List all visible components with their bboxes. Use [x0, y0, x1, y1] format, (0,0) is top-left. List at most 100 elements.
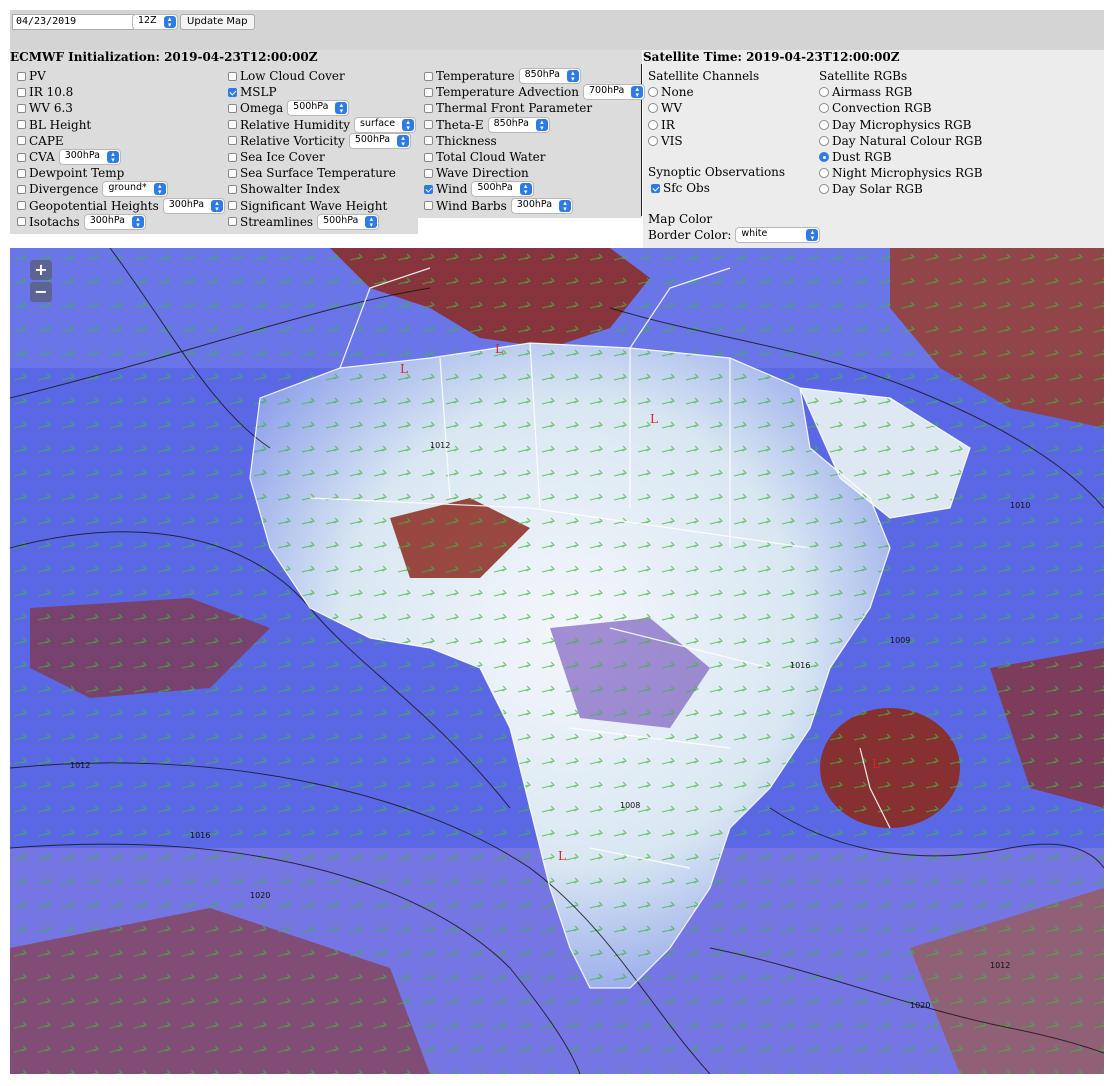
level-select[interactable]: 300hPa ▴ ▾ [510, 197, 574, 214]
layer-option[interactable]: Dewpoint Temp [17, 165, 225, 181]
layer-checkbox[interactable] [424, 152, 433, 162]
level-select[interactable]: 500hPa ▴ ▾ [317, 213, 380, 230]
satellite-rgb-option[interactable]: Convection RGB [819, 100, 983, 116]
layer-option[interactable]: WV 6.3 [17, 100, 225, 116]
layer-checkbox[interactable] [17, 136, 26, 146]
layer-checkbox[interactable] [17, 201, 26, 211]
layer-option[interactable]: BL Height [17, 117, 225, 133]
layer-option[interactable]: CVA 300hPa ▴ ▾ [17, 149, 225, 166]
layer-checkbox[interactable] [17, 152, 26, 162]
satellite-channel-option[interactable]: None [648, 84, 759, 100]
radio-button[interactable] [819, 119, 829, 130]
radio-button[interactable] [819, 135, 829, 146]
layer-option[interactable]: IR 10.8 [17, 84, 225, 100]
level-select[interactable]: 300hPa ▴ ▾ [83, 213, 146, 230]
level-select[interactable]: 300hPa ▴ ▾ [58, 149, 121, 166]
layer-checkbox[interactable] [228, 71, 237, 81]
satellite-rgb-option[interactable]: Day Solar RGB [819, 181, 983, 197]
radio-button[interactable] [648, 87, 658, 98]
layer-checkbox[interactable] [228, 201, 237, 211]
layer-checkbox[interactable] [424, 120, 433, 130]
layer-checkbox[interactable] [17, 103, 26, 113]
layer-option[interactable]: MSLP [228, 84, 416, 100]
level-select[interactable]: surface ▴ ▾ [354, 116, 417, 133]
layer-option[interactable]: Total Cloud Water [424, 149, 645, 165]
weather-map[interactable]: 1012 1016 1020 1012 1008 1016 1020 1012 1009 1010… [10, 248, 1104, 1074]
layer-checkbox[interactable] [228, 184, 237, 194]
layer-checkbox[interactable] [424, 201, 433, 211]
radio-button[interactable] [648, 119, 658, 130]
border-color-select[interactable]: white ▴ ▾ [735, 227, 821, 244]
layer-option[interactable]: Wind Barbs 300hPa ▴ ▾ [424, 197, 645, 214]
layer-checkbox[interactable] [228, 87, 237, 97]
radio-button[interactable] [648, 103, 658, 114]
zoom-in-button[interactable]: + [30, 260, 52, 280]
level-select[interactable]: ground* ▴ ▾ [102, 181, 168, 198]
layer-checkbox[interactable] [17, 217, 26, 227]
radio-button[interactable] [819, 168, 829, 179]
layer-option[interactable]: Showalter Index [228, 181, 416, 197]
level-select[interactable]: 700hPa ▴ ▾ [583, 84, 646, 101]
layer-checkbox[interactable] [17, 168, 26, 178]
layer-checkbox[interactable] [424, 168, 433, 178]
radio-button[interactable] [648, 135, 658, 146]
satellite-rgb-option[interactable]: Airmass RGB [819, 84, 983, 100]
satellite-channel-option[interactable]: IR [648, 117, 759, 133]
layer-checkbox[interactable] [17, 184, 26, 194]
layer-checkbox[interactable] [424, 87, 433, 97]
layer-checkbox[interactable] [424, 71, 433, 81]
radio-button[interactable] [819, 152, 829, 163]
radio-button[interactable] [819, 87, 829, 98]
layer-checkbox[interactable] [17, 87, 26, 97]
satellite-rgb-option[interactable]: Day Natural Colour RGB [819, 133, 983, 149]
date-input[interactable]: 04/23/2019 [12, 14, 134, 30]
layer-checkbox[interactable] [17, 71, 26, 81]
level-select[interactable]: 850hPa ▴ ▾ [487, 116, 550, 133]
zoom-out-button[interactable]: − [30, 282, 52, 302]
layer-option[interactable]: Divergence ground* ▴ ▾ [17, 181, 225, 198]
layer-option[interactable]: Temperature Advection 700hPa ▴ ▾ [424, 84, 646, 101]
layer-checkbox[interactable] [228, 217, 237, 227]
satellite-rgb-option[interactable]: Dust RGB [819, 149, 983, 165]
layer-checkbox[interactable] [17, 120, 26, 130]
layer-option[interactable]: Wave Direction [424, 165, 645, 181]
sfc-obs-checkbox[interactable] [651, 183, 660, 193]
level-select[interactable]: 850hPa ▴ ▾ [518, 68, 581, 85]
radio-button[interactable] [819, 184, 829, 195]
radio-button[interactable] [819, 103, 829, 114]
layer-checkbox[interactable] [424, 136, 433, 146]
level-select[interactable]: 500hPa ▴ ▾ [471, 181, 534, 198]
layer-option[interactable]: Thermal Front Parameter [424, 100, 645, 116]
layer-checkbox[interactable] [228, 136, 237, 146]
layer-option[interactable]: Temperature 850hPa ▴ ▾ [424, 68, 645, 85]
layer-option[interactable]: Significant Wave Height [228, 198, 416, 214]
satellite-rgb-option[interactable]: Night Microphysics RGB [819, 165, 983, 181]
layer-option[interactable]: Sea Ice Cover [228, 149, 416, 165]
layer-option[interactable]: Streamlines 500hPa ▴ ▾ [228, 213, 416, 230]
layer-checkbox[interactable] [424, 103, 433, 113]
layer-option[interactable]: Sea Surface Temperature [228, 165, 416, 181]
layer-option[interactable]: Omega 500hPa ▴ ▾ [228, 100, 416, 117]
layer-checkbox[interactable] [228, 152, 237, 162]
layer-option[interactable]: CAPE [17, 133, 225, 149]
layer-checkbox[interactable] [228, 120, 237, 130]
layer-option[interactable]: Thickness [424, 133, 645, 149]
level-select[interactable]: 500hPa ▴ ▾ [287, 100, 350, 117]
level-select[interactable]: 300hPa ▴ ▾ [162, 197, 226, 214]
layer-option[interactable]: Relative Vorticity 500hPa ▴ ▾ [228, 132, 416, 149]
layer-checkbox[interactable] [424, 184, 433, 194]
layer-option[interactable]: Low Cloud Cover [228, 68, 416, 84]
layer-checkbox[interactable] [228, 168, 237, 178]
satellite-rgb-option[interactable]: Day Microphysics RGB [819, 117, 983, 133]
layer-option[interactable]: Geopotential Heights 300hPa ▴ ▾ [17, 197, 226, 214]
satellite-channel-option[interactable]: VIS [648, 133, 759, 149]
layer-option[interactable]: Theta-E 850hPa ▴ ▾ [424, 116, 645, 133]
hour-select[interactable]: 12Z ▴ ▾ [132, 14, 178, 30]
layer-option[interactable]: Relative Humidity surface ▴ ▾ [228, 116, 417, 133]
update-map-button[interactable]: Update Map [180, 14, 255, 30]
satellite-channel-option[interactable]: WV [648, 100, 759, 116]
layer-checkbox[interactable] [228, 103, 237, 113]
sfc-obs-option[interactable]: Sfc Obs [648, 180, 785, 196]
layer-option[interactable]: Isotachs 300hPa ▴ ▾ [17, 213, 225, 230]
layer-option[interactable]: PV [17, 68, 225, 84]
